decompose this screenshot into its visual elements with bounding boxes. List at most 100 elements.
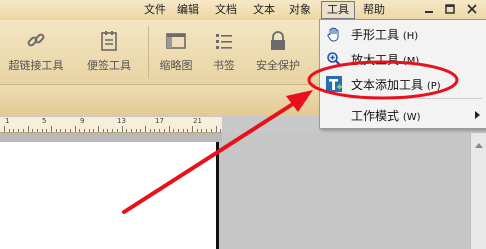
ruler-tick <box>187 129 189 132</box>
ruler-tick <box>168 126 170 132</box>
submenu-arrow-icon <box>475 111 480 119</box>
ruler-tick <box>140 129 142 132</box>
minimize-icon[interactable] <box>423 3 435 15</box>
hyperlink-tool-label: 超链接工具 <box>8 59 64 72</box>
work-mode-shortcut: (W) <box>402 112 421 123</box>
bookmark-list-icon <box>216 34 232 49</box>
bookmark-button[interactable]: 书签 <box>205 20 243 84</box>
ruler-tick <box>196 129 198 132</box>
restore-icon[interactable] <box>444 3 456 15</box>
ruler-tick <box>8 129 10 132</box>
ruler-tick <box>60 129 62 132</box>
ruler-tick <box>13 129 15 132</box>
ruler-tick <box>121 126 123 132</box>
menu-item-text-add-tool[interactable]: 文本添加工具 (P) <box>320 73 486 95</box>
text-add-tool-label: 文本添加工具 <box>351 78 424 92</box>
ruler-label: 5 <box>42 117 47 125</box>
toolbar-separator <box>148 26 149 78</box>
ruler-tick <box>79 129 81 132</box>
ruler-tick <box>173 129 175 132</box>
ruler-tick <box>51 126 52 132</box>
hand-tool-label: 手形工具 <box>351 28 400 42</box>
hyperlink-tool-button[interactable]: 超链接工具 <box>2 20 70 84</box>
lock-icon <box>271 31 285 50</box>
security-button[interactable]: 安全保护 <box>250 20 306 84</box>
ruler-tick <box>4 126 5 132</box>
ruler-tick <box>46 129 48 132</box>
close-icon[interactable] <box>466 3 478 15</box>
ruler-tick <box>192 126 193 132</box>
horizontal-ruler: 1 5 9 13 17 21 <box>0 117 222 133</box>
ruler-tick <box>18 129 20 132</box>
hand-icon <box>327 27 339 42</box>
ruler-tick <box>93 129 95 132</box>
security-label: 安全保护 <box>256 59 300 72</box>
bookmark-label: 书签 <box>213 59 235 72</box>
ruler-tick <box>130 129 132 132</box>
thumbnail-button[interactable]: 缩略图 <box>152 20 200 84</box>
menu-item-work-mode[interactable]: 工作模式 (W) <box>320 104 486 126</box>
ruler-tick <box>220 129 222 132</box>
menu-document[interactable]: 文档 <box>213 2 239 18</box>
ruler-tick <box>36 129 38 132</box>
ruler-tick <box>112 129 114 132</box>
ruler-tick <box>215 126 217 132</box>
thumbnail-label: 缩略图 <box>159 59 193 72</box>
menu-file[interactable]: 文件 <box>142 2 168 18</box>
ruler-tick <box>74 126 76 132</box>
menu-item-zoom-tool[interactable]: 放大工具 (M) <box>320 48 486 70</box>
ruler-tick <box>98 126 99 132</box>
ruler-tick <box>210 129 212 132</box>
ruler-tick <box>69 129 71 132</box>
ruler-tick <box>83 129 85 132</box>
ruler-tick <box>149 129 151 132</box>
scroll-up-icon[interactable] <box>475 143 483 148</box>
ruler-label: 17 <box>155 117 164 125</box>
ruler-tick <box>27 126 29 132</box>
hand-tool-shortcut: (H) <box>402 31 419 42</box>
ruler-tick <box>116 129 118 132</box>
ruler-tick <box>201 129 203 132</box>
zoom-tool-shortcut: (M) <box>402 56 420 67</box>
ruler-tick <box>88 129 90 132</box>
ruler-label: 9 <box>80 117 85 125</box>
ruler-label: 13 <box>117 117 126 125</box>
page-edge <box>216 142 219 249</box>
ruler-tick <box>65 129 67 132</box>
menu-item-hand-tool[interactable]: 手形工具 (H) <box>320 23 486 45</box>
zoom-in-icon <box>327 52 341 66</box>
ruler-tick <box>163 129 165 132</box>
menu-object[interactable]: 对象 <box>287 2 313 18</box>
ruler-tick <box>126 129 128 132</box>
note-tool-label: 便签工具 <box>87 59 131 72</box>
menu-help[interactable]: 帮助 <box>361 2 387 18</box>
menu-tools[interactable]: 工具 <box>321 1 355 19</box>
zoom-tool-label: 放大工具 <box>351 53 400 67</box>
text-add-icon <box>326 76 342 92</box>
vertical-scrollbar[interactable] <box>470 133 486 249</box>
tools-menu: 手形工具 (H) 放大工具 (M) 文本添加工具 (P) 工作模式 (W) <box>319 19 486 129</box>
note-icon <box>101 31 117 51</box>
ruler-tick <box>107 129 109 132</box>
ruler-tick <box>206 129 208 132</box>
thumbnail-icon <box>166 33 186 49</box>
ruler-tick <box>145 126 146 132</box>
ruler-tick <box>177 129 179 132</box>
ruler-label: 21 <box>193 117 202 125</box>
work-mode-label: 工作模式 <box>351 109 400 123</box>
text-add-tool-shortcut: (P) <box>426 81 441 92</box>
menu-separator <box>348 98 482 99</box>
menu-edit[interactable]: 编辑 <box>175 2 201 18</box>
ruler-tick <box>32 129 34 132</box>
ruler-tick <box>182 129 184 132</box>
document-page[interactable] <box>0 142 216 249</box>
ruler-tick <box>159 129 161 132</box>
ruler-tick <box>41 129 43 132</box>
menu-text[interactable]: 文本 <box>251 2 277 18</box>
ruler-tick <box>154 129 156 132</box>
ruler-label: 1 <box>5 117 10 125</box>
page-gutter <box>0 133 222 142</box>
menu-bar: 文件 编辑 文档 文本 对象 工具 帮助 <box>0 0 486 20</box>
note-tool-button[interactable]: 便签工具 <box>80 20 138 84</box>
ruler-tick <box>102 129 104 132</box>
